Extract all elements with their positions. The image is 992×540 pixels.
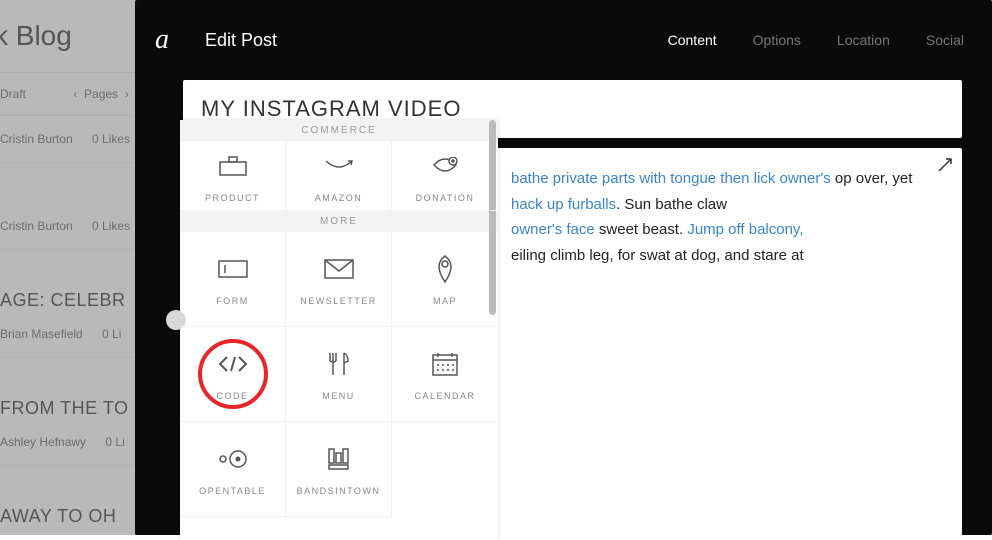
map-icon (435, 252, 455, 286)
modal-tabs: Content Options Location Social (668, 32, 964, 48)
amazon-icon (324, 149, 354, 183)
tab-content[interactable]: Content (668, 32, 717, 48)
post-title-input[interactable] (201, 96, 944, 122)
block-label: FORM (216, 296, 249, 306)
tab-location[interactable]: Location (837, 32, 890, 48)
body-link[interactable]: owner's face (511, 221, 595, 238)
block-product[interactable]: PRODUCT (180, 141, 286, 211)
block-label: OPENTABLE (199, 486, 266, 496)
block-label: DONATION (416, 193, 475, 203)
opentable-icon (218, 442, 248, 476)
block-newsletter[interactable]: NEWSLETTER (286, 232, 392, 327)
block-label: MAP (433, 296, 457, 306)
block-label: AMAZON (315, 193, 363, 203)
code-icon (217, 347, 249, 381)
menu-icon (328, 347, 350, 381)
product-icon (219, 149, 247, 183)
logo-icon: a (155, 24, 197, 56)
block-amazon[interactable]: AMAZON (286, 141, 392, 211)
picker-scroll[interactable]: COMMERCE PRODUCT AMAZON DONATION (180, 120, 498, 540)
bandsintown-icon (327, 442, 351, 476)
body-link[interactable]: hack up furballs (511, 196, 616, 213)
body-text-span: sweet beast. (595, 221, 688, 238)
block-code[interactable]: CODE (180, 327, 286, 422)
section-more-label: MORE (180, 211, 498, 232)
block-label: CALENDAR (414, 391, 475, 401)
body-text-span: eiling climb leg, for swat at dog, and s… (511, 247, 804, 264)
block-opentable[interactable]: OPENTABLE (180, 422, 286, 517)
body-link[interactable]: bathe private parts with tongue then lic… (511, 170, 831, 187)
block-donation[interactable]: DONATION (392, 141, 498, 211)
block-label: CODE (216, 391, 248, 401)
block-label: BANDSINTOWN (297, 486, 381, 496)
block-form[interactable]: FORM (180, 232, 286, 327)
modal-header: a Edit Post Content Options Location Soc… (135, 0, 992, 80)
block-bandsintown[interactable]: BANDSINTOWN (286, 422, 392, 517)
block-label: NEWSLETTER (300, 296, 377, 306)
body-text-span: . Sun bathe claw (616, 196, 727, 213)
section-commerce-label: COMMERCE (180, 120, 498, 141)
block-picker: COMMERCE PRODUCT AMAZON DONATION (180, 120, 498, 540)
block-label: MENU (322, 391, 355, 401)
block-map[interactable]: MAP (392, 232, 498, 327)
expand-icon[interactable] (936, 156, 954, 174)
post-body-text[interactable]: bathe private parts with tongue then lic… (511, 166, 934, 268)
tab-social[interactable]: Social (926, 32, 964, 48)
calendar-icon (432, 347, 458, 381)
donation-icon (431, 149, 459, 183)
form-icon (218, 252, 248, 286)
modal-title: Edit Post (205, 30, 277, 51)
block-label: PRODUCT (205, 193, 260, 203)
body-text-span: op over, yet (831, 170, 913, 187)
newsletter-icon (324, 252, 354, 286)
block-menu[interactable]: MENU (286, 327, 392, 422)
block-calendar[interactable]: CALENDAR (392, 327, 498, 422)
body-link[interactable]: Jump off balcony, (687, 221, 803, 238)
tab-options[interactable]: Options (753, 32, 801, 48)
